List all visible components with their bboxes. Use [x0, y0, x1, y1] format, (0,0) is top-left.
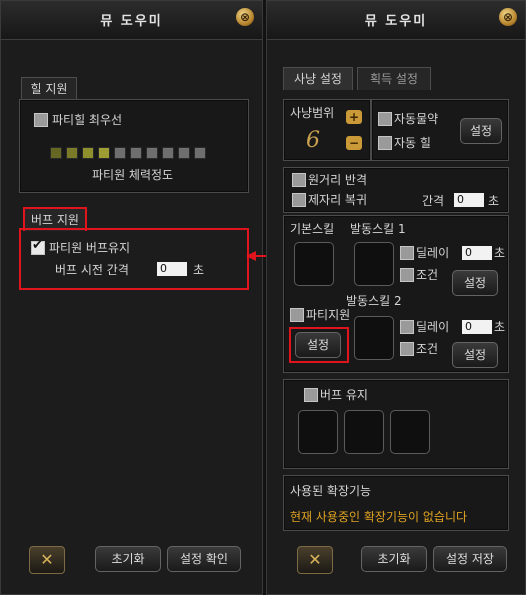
right-helper-window: 뮤 도우미 ⊗ 사냥 설정 획득 설정 사냥범위 6 + − 자동물약 자동 힐… — [266, 0, 526, 595]
right-titlebar[interactable]: 뮤 도우미 ⊗ — [267, 1, 525, 40]
active-skill-2-slot[interactable] — [354, 316, 394, 360]
tab-hunt-settings[interactable]: 사냥 설정 — [283, 67, 353, 90]
counter-attack-label: 원거리 반격 — [308, 173, 368, 187]
interval-input[interactable]: 0 — [454, 193, 484, 207]
active-skill-1-slot[interactable] — [354, 242, 394, 286]
extensions-panel: 사용된 확장기능 현재 사용중인 확장기능이 없습니다 — [283, 475, 509, 531]
auto-heal-label: 자동 힐 — [394, 136, 431, 150]
right-reset-button[interactable]: 초기화 — [361, 546, 427, 572]
hunt-range-panel: 사냥범위 6 + − — [283, 99, 371, 161]
condition-2-label: 조건 — [416, 342, 439, 356]
buff-slot-3[interactable] — [390, 410, 430, 454]
skill-1-set-button[interactable]: 설정 — [452, 270, 498, 296]
return-spot-label: 제자리 복귀 — [308, 193, 368, 207]
buff-keep-panel: 버프 유지 — [283, 379, 509, 469]
extensions-title: 사용된 확장기능 — [290, 484, 372, 498]
active-skill-2-label: 발동스킬 2 — [346, 294, 402, 308]
buff-slot-2[interactable] — [344, 410, 384, 454]
party-support-set-button[interactable]: 설정 — [295, 332, 341, 358]
hunt-range-label: 사냥범위 — [290, 106, 335, 120]
party-support-highlight: 설정 — [289, 327, 349, 363]
delay-2-label: 딜레이 — [416, 320, 450, 334]
buff-keep-right-label: 버프 유지 — [320, 388, 368, 402]
delay-2-unit: 초 — [494, 320, 506, 334]
auto-heal-checkbox[interactable] — [378, 136, 392, 150]
delay-1-checkbox[interactable] — [400, 246, 414, 260]
delay-1-label: 딜레이 — [416, 246, 450, 260]
buff-slot-1[interactable] — [298, 410, 338, 454]
return-spot-checkbox[interactable] — [292, 193, 306, 207]
delay-2-checkbox[interactable] — [400, 320, 414, 334]
right-close-icon[interactable]: ⊗ — [499, 8, 517, 26]
auto-recovery-set-button[interactable]: 설정 — [460, 118, 502, 144]
basic-skill-label: 기본스킬 — [290, 222, 335, 236]
party-support-label: 파티지원 — [306, 308, 351, 322]
counter-panel: 원거리 반격 제자리 복귀 간격 0 초 — [283, 167, 509, 213]
right-window-title: 뮤 도우미 — [364, 14, 428, 29]
delay-1-input[interactable]: 0 — [462, 246, 492, 260]
range-plus-icon[interactable]: + — [346, 110, 362, 124]
save-settings-button[interactable]: 설정 저장 — [433, 546, 507, 572]
extensions-message: 현재 사용중인 확장기능이 없습니다 — [290, 510, 468, 524]
hunt-range-value: 6 — [306, 128, 320, 153]
basic-skill-slot[interactable] — [294, 242, 334, 286]
active-skill-1-label: 발동스킬 1 — [350, 222, 406, 236]
condition-2-checkbox[interactable] — [400, 342, 414, 356]
condition-1-checkbox[interactable] — [400, 268, 414, 282]
right-cancel-icon[interactable]: ✕ — [297, 546, 333, 574]
condition-1-label: 조건 — [416, 268, 439, 282]
auto-potion-checkbox[interactable] — [378, 112, 392, 126]
delay-2-input[interactable]: 0 — [462, 320, 492, 334]
auto-potion-label: 자동물약 — [394, 112, 439, 126]
buff-keep-right-checkbox[interactable] — [304, 388, 318, 402]
tab-gain-settings[interactable]: 획득 설정 — [357, 67, 431, 90]
interval-unit: 초 — [488, 194, 500, 208]
auto-recovery-panel: 자동물약 자동 힐 설정 — [371, 99, 509, 161]
range-minus-icon[interactable]: − — [346, 136, 362, 150]
party-support-checkbox[interactable] — [290, 308, 304, 322]
interval-label: 간격 — [422, 194, 445, 208]
skill-2-set-button[interactable]: 설정 — [452, 342, 498, 368]
delay-1-unit: 초 — [494, 246, 506, 260]
counter-attack-checkbox[interactable] — [292, 173, 306, 187]
